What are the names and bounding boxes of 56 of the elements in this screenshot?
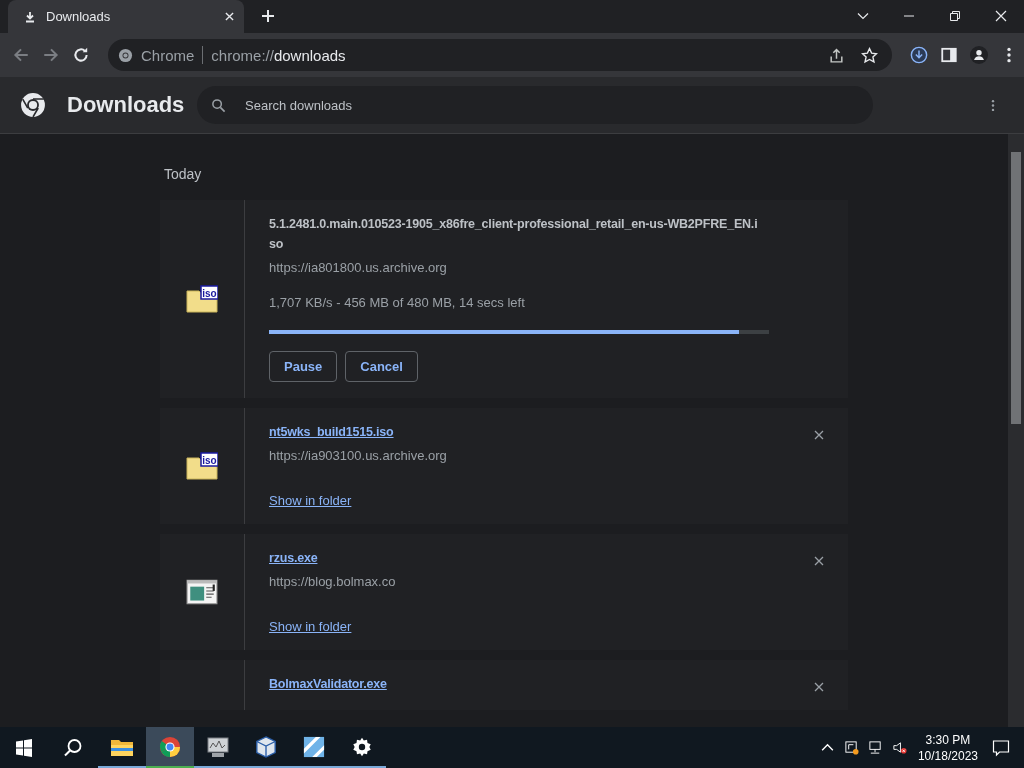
reload-icon[interactable] — [72, 46, 90, 64]
close-icon[interactable] — [814, 556, 824, 566]
source-url: https://ia903100.us.archive.org — [269, 448, 447, 463]
site-label: Chrome — [141, 46, 195, 64]
notifications-icon[interactable] — [992, 738, 1010, 757]
tab-title: Downloads — [46, 9, 112, 24]
forward-icon[interactable] — [42, 46, 60, 64]
taskbar-app[interactable] — [146, 727, 194, 768]
clock[interactable]: 3:30 PM 10/18/2023 — [917, 731, 978, 764]
profile-icon[interactable] — [970, 46, 988, 64]
chrome-logo-icon — [20, 92, 46, 118]
clock-date: 10/18/2023 — [917, 747, 978, 764]
side-panel-icon[interactable] — [940, 46, 958, 64]
download-icon[interactable] — [910, 46, 928, 64]
show-in-folder-link[interactable]: Show in folder — [269, 619, 352, 634]
file-name[interactable]: rzus.exe — [269, 548, 318, 568]
download-status: 1,707 KB/s - 456 MB of 480 MB, 14 secs left — [269, 295, 525, 310]
new-tab-icon[interactable] — [261, 9, 275, 23]
search-icon — [211, 97, 226, 113]
network-warning-icon[interactable] — [843, 740, 859, 755]
star-icon[interactable] — [861, 46, 878, 64]
back-icon[interactable] — [12, 46, 30, 64]
show-in-folder-link[interactable]: Show in folder — [269, 493, 352, 508]
muted-speaker-icon[interactable] — [891, 740, 907, 755]
source-url: https://blog.bolmax.co — [269, 574, 396, 589]
url-text: chrome://downloads — [211, 46, 346, 64]
download-icon — [24, 10, 36, 23]
cube-icon — [254, 735, 278, 758]
download-button[interactable]: Cancel — [345, 351, 418, 382]
close-icon[interactable] — [814, 682, 824, 692]
monitor-icon — [206, 735, 230, 758]
network-icon[interactable] — [867, 740, 883, 755]
start-icon[interactable] — [14, 737, 34, 758]
program-file-icon — [186, 578, 218, 606]
search-bar[interactable]: Search downloads — [197, 86, 873, 124]
search-input[interactable]: Search downloads — [243, 96, 859, 114]
share-icon[interactable] — [828, 46, 845, 64]
download-button[interactable]: Pause — [269, 351, 338, 382]
tiles-icon — [302, 735, 326, 758]
scrollbar-thumb[interactable] — [1011, 152, 1021, 424]
source-url: https://ia801800.us.archive.org — [269, 260, 447, 275]
close-icon[interactable] — [814, 430, 824, 440]
address-bar[interactable]: Chrome chrome://downloads — [108, 39, 892, 71]
file-name[interactable]: nt5wks_build1515.iso — [269, 422, 394, 442]
page-title: Downloads — [67, 92, 185, 118]
chrome-icon — [158, 735, 182, 758]
restore-icon[interactable] — [949, 10, 961, 22]
clock-time: 3:30 PM — [925, 731, 971, 748]
file-name: 5.1.2481.0.main.010523-1905_x86fre_client-professional_retail_en-us-WB2PFRE_EN.iso — [269, 216, 759, 253]
chrome-logo-icon — [118, 47, 133, 63]
search-icon[interactable] — [63, 737, 83, 758]
file-name[interactable]: BolmaxValidator.exe — [269, 674, 387, 694]
section-heading: Today — [164, 166, 203, 182]
scrollbar[interactable] — [1008, 134, 1024, 727]
browser-tab[interactable]: Downloads — [8, 0, 244, 33]
chevron-down-icon[interactable] — [857, 10, 869, 22]
